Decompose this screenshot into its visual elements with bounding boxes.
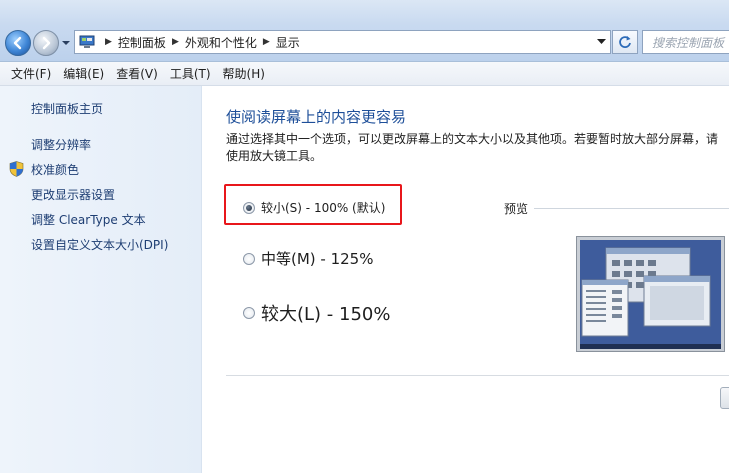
chevron-down-icon	[596, 39, 606, 44]
nav-control-panel-home[interactable]: 控制面板主页	[31, 100, 103, 117]
menu-file[interactable]: 文件(F)	[5, 65, 57, 82]
breadcrumb-appearance[interactable]: 外观和个性化	[185, 34, 257, 51]
preview-label: 预览	[504, 202, 529, 216]
menu-bar: 文件(F) 编辑(E) 查看(V) 工具(T) 帮助(H)	[0, 62, 729, 86]
address-dropdown-button[interactable]	[592, 31, 610, 53]
radio-option-small[interactable]: 较小(S) - 100% (默认)	[243, 199, 385, 216]
search-placeholder: 搜索控制面板	[652, 35, 725, 50]
page-description: 通过选择其中一个选项，可以更改屏幕上的文本大小以及其他项。若要暂时放大部分屏幕，…	[226, 132, 719, 163]
breadcrumb-separator-icon[interactable]: ▶	[263, 37, 270, 47]
section-divider	[226, 375, 729, 376]
control-panel-icon	[79, 35, 95, 48]
refresh-icon	[619, 36, 631, 48]
breadcrumb-control-panel[interactable]: 控制面板	[118, 34, 166, 51]
page-title: 使阅读屏幕上的内容更容易	[226, 108, 407, 126]
breadcrumb-separator-icon[interactable]: ▶	[172, 37, 179, 47]
option-label-small: 较小(S) - 100% (默认)	[261, 201, 386, 215]
recent-pages-chevron-icon[interactable]	[61, 38, 71, 48]
option-label-medium: 中等(M) - 125%	[261, 250, 374, 268]
left-nav-pane: 控制面板主页 调整分辨率 校准颜色 更改显示器设置 调整 ClearType 文…	[0, 86, 202, 473]
radio-option-medium[interactable]: 中等(M) - 125%	[243, 248, 373, 269]
nav-adjust-cleartype[interactable]: 调整 ClearType 文本	[31, 211, 146, 228]
address-toolbar: ▶ 控制面板 ▶ 外观和个性化 ▶ 显示 搜索控制面板	[0, 0, 729, 62]
radio-unselected-icon[interactable]	[243, 252, 255, 265]
nav-calibrate-color[interactable]: 校准颜色	[31, 161, 79, 178]
radio-unselected-icon[interactable]	[243, 307, 255, 319]
apply-button[interactable]	[720, 387, 729, 409]
address-field[interactable]: ▶ 控制面板 ▶ 外观和个性化 ▶ 显示	[74, 30, 611, 54]
preview-divider	[534, 208, 729, 209]
menu-help[interactable]: 帮助(H)	[217, 65, 271, 82]
arrow-left-icon	[13, 36, 22, 50]
back-button[interactable]	[5, 30, 31, 56]
display-preview-image	[576, 236, 725, 352]
uac-shield-icon	[9, 161, 24, 177]
radio-selected-icon[interactable]	[243, 201, 255, 214]
arrow-right-icon	[42, 36, 51, 50]
main-content: 使阅读屏幕上的内容更容易 通过选择其中一个选项，可以更改屏幕上的文本大小以及其他…	[202, 86, 729, 473]
breadcrumb-separator-icon: ▶	[105, 37, 112, 47]
nav-set-custom-dpi[interactable]: 设置自定义文本大小(DPI)	[31, 236, 168, 253]
breadcrumb-display[interactable]: 显示	[276, 34, 300, 51]
nav-change-display-settings[interactable]: 更改显示器设置	[31, 186, 115, 203]
nav-adjust-resolution[interactable]: 调整分辨率	[31, 136, 91, 153]
search-input[interactable]: 搜索控制面板	[642, 30, 729, 54]
menu-view[interactable]: 查看(V)	[110, 65, 164, 82]
refresh-button[interactable]	[612, 30, 638, 54]
option-label-large: 较大(L) - 150%	[261, 304, 391, 325]
radio-option-large[interactable]: 较大(L) - 150%	[243, 300, 390, 326]
menu-tools[interactable]: 工具(T)	[164, 65, 217, 82]
forward-button[interactable]	[33, 30, 59, 56]
menu-edit[interactable]: 编辑(E)	[57, 65, 110, 82]
